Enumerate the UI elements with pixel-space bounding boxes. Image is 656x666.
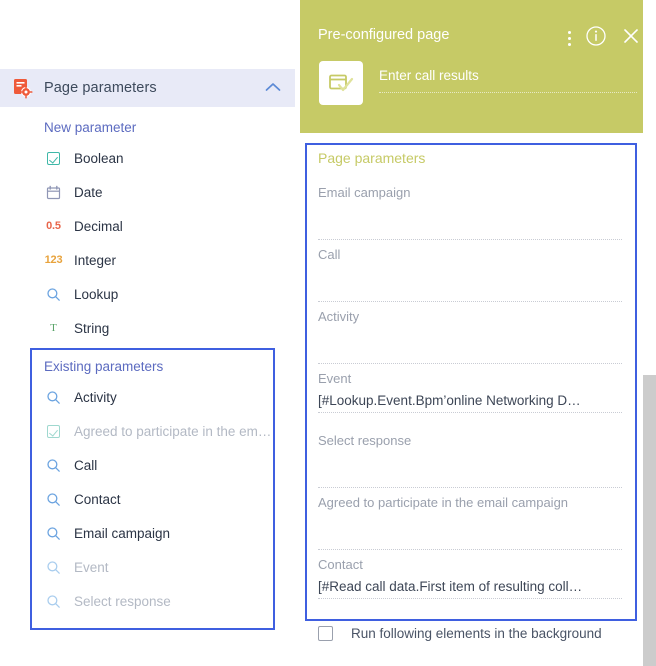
run-in-background-row[interactable]: Run following elements in the background bbox=[318, 626, 602, 641]
existing-param-email-campaign-label: Email campaign bbox=[74, 525, 171, 541]
new-param-integer[interactable]: 123 Integer bbox=[44, 249, 116, 271]
run-in-background-checkbox[interactable] bbox=[318, 626, 333, 641]
new-param-date-label: Date bbox=[74, 184, 103, 200]
scrollbar-thumb[interactable] bbox=[643, 375, 656, 666]
decimal-icon: 0.5 bbox=[46, 220, 61, 232]
checkbox-icon bbox=[44, 422, 63, 441]
element-name-value[interactable]: Enter call results bbox=[379, 68, 637, 83]
field-activity[interactable]: Activity bbox=[318, 309, 622, 364]
new-parameter-label[interactable]: New parameter bbox=[44, 120, 136, 135]
existing-param-activity[interactable]: Activity bbox=[44, 386, 117, 408]
existing-param-select-response-label: Select response bbox=[74, 593, 171, 609]
magnifier-icon bbox=[44, 456, 63, 475]
field-agreed-to-participate[interactable]: Agreed to participate in the email campa… bbox=[318, 495, 622, 550]
new-param-boolean[interactable]: Boolean bbox=[44, 147, 124, 169]
existing-param-call[interactable]: Call bbox=[44, 454, 97, 476]
existing-param-agreed: Agreed to participate in the em… bbox=[44, 420, 271, 442]
string-icon: T bbox=[50, 322, 57, 334]
magnifier-icon bbox=[44, 524, 63, 543]
scrollbar-track[interactable] bbox=[643, 0, 656, 666]
page-settings-icon bbox=[11, 77, 33, 99]
new-param-integer-label: Integer bbox=[74, 252, 117, 268]
existing-param-event: Event bbox=[44, 556, 109, 578]
field-select-response-label: Select response bbox=[318, 433, 412, 448]
magnifier-icon bbox=[44, 388, 63, 407]
field-email-campaign[interactable]: Email campaign bbox=[318, 185, 622, 240]
more-vertical-icon[interactable] bbox=[567, 30, 571, 48]
close-icon[interactable] bbox=[621, 26, 641, 51]
new-param-decimal-label: Decimal bbox=[74, 218, 123, 234]
existing-param-email-campaign[interactable]: Email campaign bbox=[44, 522, 170, 544]
field-contact-label: Contact bbox=[318, 557, 363, 572]
existing-param-contact-label: Contact bbox=[74, 491, 121, 507]
magnifier-icon bbox=[44, 558, 63, 577]
field-select-response[interactable]: Select response bbox=[318, 433, 622, 488]
new-param-boolean-label: Boolean bbox=[74, 150, 124, 166]
pre-configured-page-header: Pre-configured page Enter call results bbox=[300, 0, 656, 133]
chevron-up-icon[interactable] bbox=[265, 79, 281, 97]
page-parameters-panel: Page parameters New parameter Boolean Da… bbox=[0, 0, 295, 666]
new-param-date[interactable]: Date bbox=[44, 181, 103, 203]
integer-icon: 123 bbox=[44, 254, 63, 266]
form-title: Page parameters bbox=[318, 150, 426, 166]
field-contact[interactable]: Contact [#Read call data.First item of r… bbox=[318, 557, 622, 599]
new-param-string-label: String bbox=[74, 320, 110, 336]
page-parameters-form: Page parameters Email campaign Call Acti… bbox=[305, 143, 637, 621]
checkbox-icon bbox=[44, 149, 63, 168]
page-check-icon bbox=[319, 61, 363, 105]
field-contact-value: [#Read call data.First item of resulting… bbox=[318, 579, 583, 594]
run-in-background-label: Run following elements in the background bbox=[351, 626, 602, 641]
magnifier-icon bbox=[44, 490, 63, 509]
field-event[interactable]: Event [#Lookup.Event.Bpm’online Networki… bbox=[318, 371, 622, 413]
field-call-label: Call bbox=[318, 247, 341, 262]
magnifier-icon bbox=[44, 592, 63, 611]
field-email-campaign-label: Email campaign bbox=[318, 185, 411, 200]
existing-param-contact[interactable]: Contact bbox=[44, 488, 121, 510]
page-parameters-title: Page parameters bbox=[44, 80, 157, 96]
new-param-lookup-label: Lookup bbox=[74, 286, 119, 302]
existing-parameters-label: Existing parameters bbox=[44, 359, 164, 374]
field-event-value: [#Lookup.Event.Bpm’online Networking D… bbox=[318, 393, 581, 408]
magnifier-icon bbox=[44, 285, 63, 304]
field-activity-label: Activity bbox=[318, 309, 360, 324]
field-agreed-to-participate-label: Agreed to participate in the email campa… bbox=[318, 495, 569, 510]
existing-param-event-label: Event bbox=[74, 559, 109, 575]
existing-param-activity-label: Activity bbox=[74, 389, 117, 405]
field-call[interactable]: Call bbox=[318, 247, 622, 302]
page-parameters-header[interactable]: Page parameters bbox=[0, 69, 295, 107]
calendar-icon bbox=[44, 183, 63, 202]
new-param-string[interactable]: T String bbox=[44, 317, 109, 339]
field-event-label: Event bbox=[318, 371, 352, 386]
existing-param-call-label: Call bbox=[74, 457, 98, 473]
existing-param-select-response: Select response bbox=[44, 590, 171, 612]
new-param-lookup[interactable]: Lookup bbox=[44, 283, 118, 305]
existing-param-agreed-label: Agreed to participate in the em… bbox=[74, 423, 272, 439]
new-param-decimal[interactable]: 0.5 Decimal bbox=[44, 215, 123, 237]
element-name-underline bbox=[379, 92, 637, 93]
panel-title: Pre-configured page bbox=[318, 27, 450, 43]
info-circle-icon[interactable] bbox=[585, 25, 607, 52]
